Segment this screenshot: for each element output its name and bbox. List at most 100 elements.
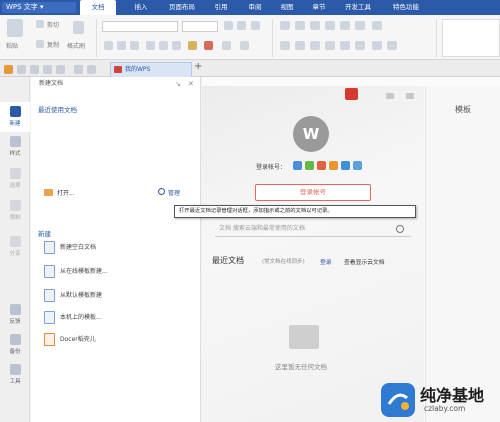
subscript-icon[interactable] xyxy=(172,41,181,50)
backup-icon xyxy=(9,334,21,345)
export-icon[interactable] xyxy=(56,65,65,74)
rail-label: 新建 xyxy=(9,121,21,127)
print-icon[interactable] xyxy=(43,65,52,74)
menu-item-document[interactable]: 文档 xyxy=(80,0,116,15)
phone-icon[interactable] xyxy=(341,161,350,170)
menu-item-features[interactable]: 特色功能 xyxy=(384,0,428,15)
recent-docs-subtitle: (常文档在线同步) xyxy=(262,259,305,265)
align-right-icon[interactable] xyxy=(310,41,320,50)
strikethrough-icon[interactable] xyxy=(146,41,155,50)
char-shading-icon[interactable] xyxy=(222,41,231,50)
shading-icon[interactable] xyxy=(372,41,382,50)
menu-item-view[interactable]: 视图 xyxy=(272,0,302,15)
wps-logo-icon: W xyxy=(293,116,329,152)
line-spacing-icon[interactable] xyxy=(355,41,365,50)
bullet-list-icon[interactable] xyxy=(280,21,290,30)
select-icon xyxy=(9,168,21,179)
paragraph-icon[interactable] xyxy=(372,21,382,30)
clear-format-icon[interactable] xyxy=(251,21,260,30)
gift-icon[interactable] xyxy=(345,88,358,100)
docer-link[interactable]: Docer稻壳儿 xyxy=(42,331,192,349)
highlight-icon[interactable] xyxy=(188,41,197,50)
close-icon[interactable]: ✕ xyxy=(188,80,194,88)
app-title: WPS 文字 xyxy=(6,3,38,11)
numbered-list-icon[interactable] xyxy=(295,21,305,30)
share-icon xyxy=(9,236,21,247)
tab-my-wps[interactable]: 我的WPS xyxy=(110,62,192,77)
bold-icon[interactable] xyxy=(104,41,113,50)
superscript-icon[interactable] xyxy=(159,41,168,50)
align-center-icon[interactable] xyxy=(295,41,305,50)
login-button[interactable]: 登录帐号 xyxy=(255,184,371,201)
add-tab-button[interactable]: + xyxy=(194,61,202,72)
rail-item-new[interactable]: 新建 xyxy=(0,102,30,132)
grow-font-icon[interactable] xyxy=(224,21,233,30)
rail-item-tools[interactable]: 工具 xyxy=(0,360,30,390)
decrease-indent-icon[interactable] xyxy=(310,21,320,30)
empty-state-text: 这里暂无任何文档 xyxy=(275,363,327,371)
manage-link[interactable]: 管理 xyxy=(168,188,180,197)
new-doc-icon xyxy=(9,106,21,117)
rail-item-select[interactable]: 选择 xyxy=(0,164,30,194)
rail-item-feedback[interactable]: 反馈 xyxy=(0,300,30,330)
search-icon[interactable] xyxy=(396,225,404,233)
rail-item-share[interactable]: 分享 xyxy=(0,232,30,262)
undo-icon[interactable] xyxy=(74,65,83,74)
rail-item-restrict[interactable]: 限制 xyxy=(0,196,30,226)
cloud-docs-link[interactable]: 查看显示云文档 xyxy=(344,257,385,266)
chevron-down-icon: ▾ xyxy=(40,3,44,11)
font-color-icon[interactable] xyxy=(204,41,213,50)
panel-pin-icon[interactable]: ↘ xyxy=(175,80,181,88)
watermark-logo-icon xyxy=(381,383,415,417)
font-name-combo[interactable] xyxy=(102,21,178,32)
rail-item-backup[interactable]: 备份 xyxy=(0,330,30,360)
xiaomi-icon[interactable] xyxy=(329,161,338,170)
copy-icon[interactable] xyxy=(36,40,44,48)
align-left-icon[interactable] xyxy=(280,41,290,50)
ribbon-divider xyxy=(436,19,437,57)
new-blank-doc[interactable]: 新建空白文档 xyxy=(42,239,192,257)
cut-icon[interactable] xyxy=(36,20,44,28)
char-border-icon[interactable] xyxy=(240,41,249,50)
open-link[interactable]: 打开... xyxy=(57,188,75,197)
sort-icon[interactable] xyxy=(340,21,350,30)
font-size-combo[interactable] xyxy=(182,21,218,32)
menu-item-chapter[interactable]: 章节 xyxy=(304,0,334,15)
italic-icon[interactable] xyxy=(117,41,126,50)
redo-icon[interactable] xyxy=(87,65,96,74)
cloud-icon[interactable] xyxy=(353,161,362,170)
login-link[interactable]: 登录 xyxy=(320,257,332,266)
menu-item-review[interactable]: 审阅 xyxy=(240,0,270,15)
shrink-font-icon[interactable] xyxy=(237,21,246,30)
weibo-icon[interactable] xyxy=(317,161,326,170)
wechat-icon[interactable] xyxy=(305,161,314,170)
rail-item-style[interactable]: 样式 xyxy=(0,132,30,162)
paste-label: 粘贴 xyxy=(6,43,19,50)
new-from-default-template[interactable]: 从默认模板新建 xyxy=(42,287,192,305)
menu-item-page-layout[interactable]: 页面布局 xyxy=(162,0,202,15)
print-preview-icon[interactable] xyxy=(30,65,39,74)
template-pane xyxy=(425,86,500,422)
format-painter-icon[interactable] xyxy=(73,21,84,34)
style-gallery[interactable] xyxy=(442,19,500,57)
distribute-icon[interactable] xyxy=(340,41,350,50)
menu-item-insert[interactable]: 插入 xyxy=(124,0,158,15)
qq-icon[interactable] xyxy=(293,161,302,170)
menu-item-developer[interactable]: 开发工具 xyxy=(336,0,380,15)
open-folder-icon[interactable] xyxy=(4,65,13,74)
increase-indent-icon[interactable] xyxy=(325,21,335,30)
search-input[interactable]: 文档 搜索云端和最常使用的文档 xyxy=(215,222,411,237)
justify-icon[interactable] xyxy=(325,41,335,50)
message-icon[interactable] xyxy=(386,93,394,99)
show-marks-icon[interactable] xyxy=(355,21,365,30)
borders-icon[interactable] xyxy=(387,41,397,50)
menu-icon[interactable] xyxy=(406,93,414,99)
menu-item-reference[interactable]: 引用 xyxy=(206,0,236,15)
folder-icon xyxy=(44,189,53,196)
new-from-online-template[interactable]: 从在线模板新建... xyxy=(42,263,192,281)
app-logo-button[interactable]: WPS 文字 ▾ xyxy=(2,2,76,13)
paste-icon[interactable] xyxy=(7,19,23,37)
local-templates[interactable]: 本机上的模板... xyxy=(42,309,192,327)
save-icon[interactable] xyxy=(17,65,26,74)
underline-icon[interactable] xyxy=(130,41,139,50)
